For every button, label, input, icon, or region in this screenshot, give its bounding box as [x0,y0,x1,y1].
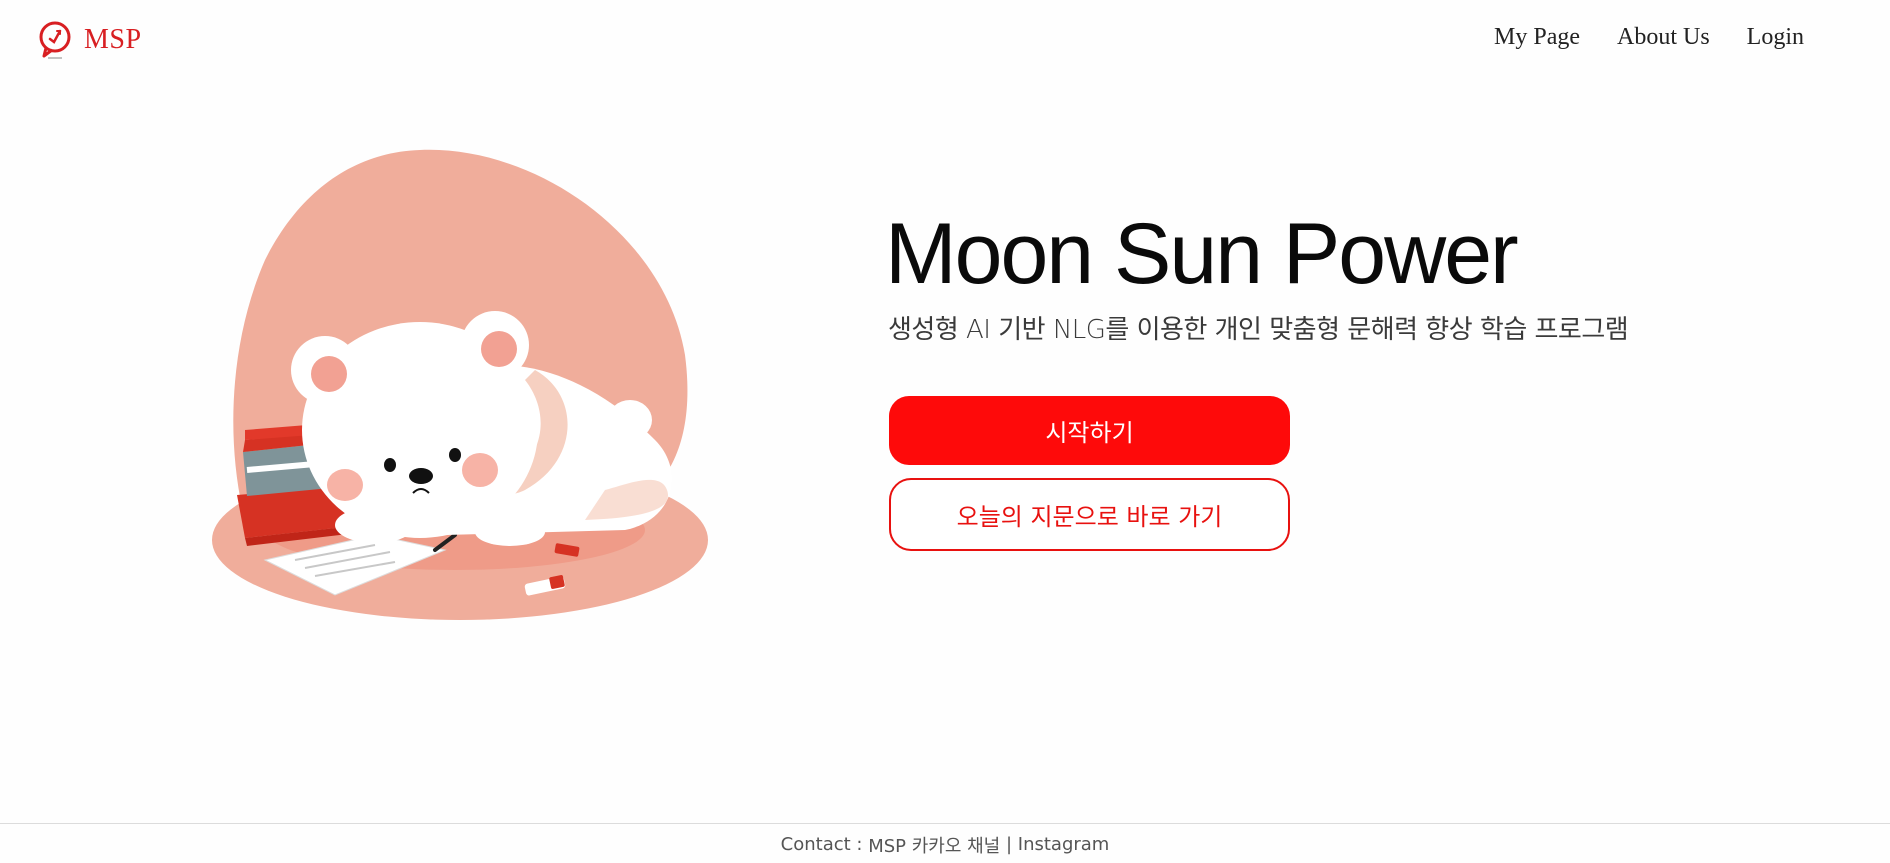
hero-subtitle: 생성형 AI 기반 NLG를 이용한 개인 맞춤형 문해력 향상 학습 프로그램 [888,315,1629,345]
nav-login[interactable]: Login [1747,24,1804,51]
polar-bear-studying-illustration [212,149,708,620]
footer-instagram-link[interactable]: Instagram [1018,834,1110,855]
footer-separator: | [1000,834,1018,855]
nav-my-page[interactable]: My Page [1494,24,1580,51]
start-button[interactable]: 시작하기 [889,396,1290,465]
nav-about-us[interactable]: About Us [1617,24,1710,51]
site-footer: Contact : MSP 카카오 채널 | Instagram [0,823,1890,863]
footer-contact-label: Contact : [780,834,869,855]
logo-text: MSP [84,24,142,55]
footer-kakao-link[interactable]: MSP 카카오 채널 [868,832,1000,858]
hero-title: Moon Sun Power [885,206,1519,302]
main-nav: My Page About Us Login [1494,20,1804,54]
site-header: MSP My Page About Us Login [0,0,1890,76]
logo[interactable]: MSP [38,20,142,60]
todays-passage-button[interactable]: 오늘의 지문으로 바로 가기 [889,478,1290,551]
chat-bubble-check-icon [39,21,71,59]
